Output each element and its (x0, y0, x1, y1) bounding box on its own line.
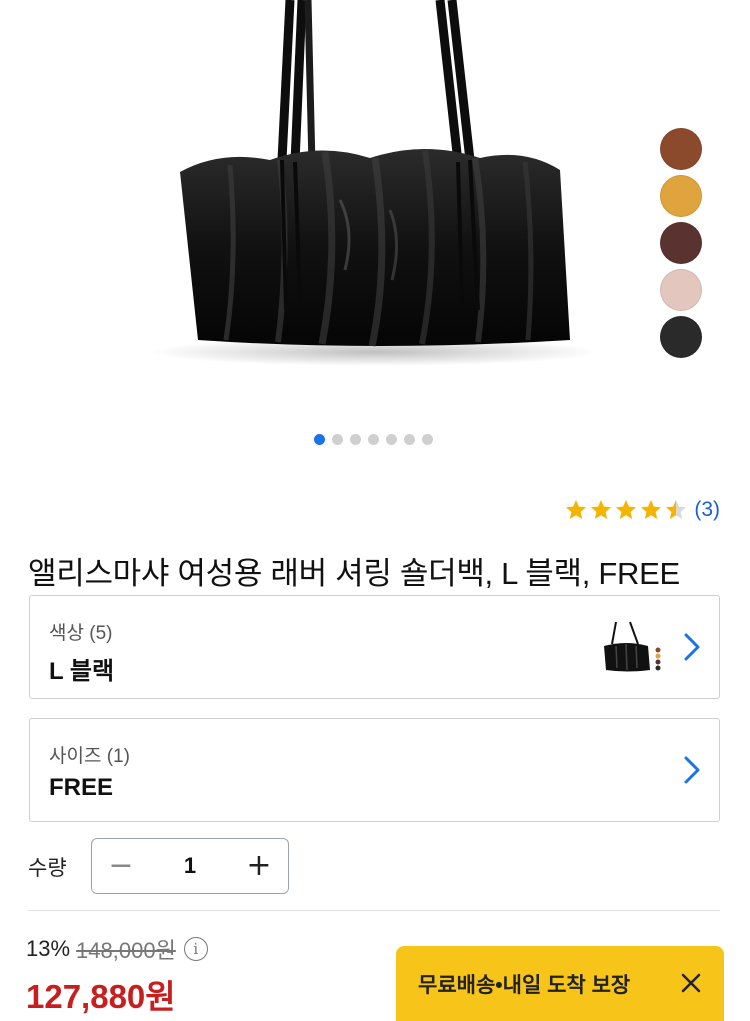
swatch-pink-beige[interactable] (660, 269, 702, 311)
shipping-banner-text: 무료배송•내일 도착 보장 (418, 973, 631, 997)
pagination-dot[interactable] (404, 434, 415, 445)
quantity-label: 수량 (28, 857, 67, 880)
star-rating (563, 498, 688, 522)
swatch-mustard[interactable] (660, 175, 702, 217)
discount-rate: 13% (26, 936, 71, 961)
star-icon (566, 500, 587, 519)
increase-quantity-button[interactable]: + (244, 851, 274, 881)
product-image[interactable] (0, 0, 750, 420)
star-icon (591, 500, 612, 519)
chevron-right-icon (684, 756, 700, 784)
size-option-label: 사이즈 (1) (49, 746, 130, 767)
bag-image (150, 0, 600, 366)
selected-color-thumbnail (604, 621, 661, 672)
sale-price: 127,880원 (26, 978, 176, 1015)
pagination-dot[interactable] (332, 434, 343, 445)
size-option-value: FREE (49, 774, 114, 801)
swatch-burgundy[interactable] (660, 222, 702, 264)
color-option-value: L 블랙 (49, 658, 115, 685)
image-pagination (0, 434, 750, 445)
discount-row: 13% 148,000원 i (26, 933, 208, 965)
info-icon[interactable]: i (183, 937, 208, 961)
product-title: 앨리스마샤 여성용 래버 셔링 숄더백, L 블랙, FREE (28, 556, 680, 591)
color-option-label: 색상 (5) (49, 623, 113, 644)
decrease-quantity-button[interactable]: − (106, 851, 136, 881)
pagination-dot[interactable] (350, 434, 361, 445)
star-icon (641, 500, 662, 519)
pagination-dot[interactable] (314, 434, 325, 445)
shipping-banner: 무료배송•내일 도착 보장 (396, 946, 724, 1021)
pagination-dot[interactable] (368, 434, 379, 445)
pagination-dot[interactable] (386, 434, 397, 445)
color-option-selector[interactable]: 색상 (5) L 블랙 (29, 595, 720, 699)
divider (28, 910, 720, 911)
rating[interactable]: (3) (563, 498, 720, 522)
quantity-value[interactable]: 1 (184, 853, 196, 879)
swatch-brown[interactable] (660, 128, 702, 170)
star-icon (616, 500, 637, 519)
chevron-right-icon (684, 633, 700, 661)
close-icon[interactable] (680, 972, 702, 994)
star-icon (666, 500, 687, 519)
swatch-black[interactable] (660, 316, 702, 358)
color-swatches (660, 128, 704, 363)
size-option-selector[interactable]: 사이즈 (1) FREE (29, 718, 720, 822)
quantity-stepper: − 1 + (91, 838, 289, 894)
original-price: 148,000원 (76, 938, 176, 963)
pagination-dot[interactable] (422, 434, 433, 445)
review-count[interactable]: (3) (694, 498, 720, 522)
